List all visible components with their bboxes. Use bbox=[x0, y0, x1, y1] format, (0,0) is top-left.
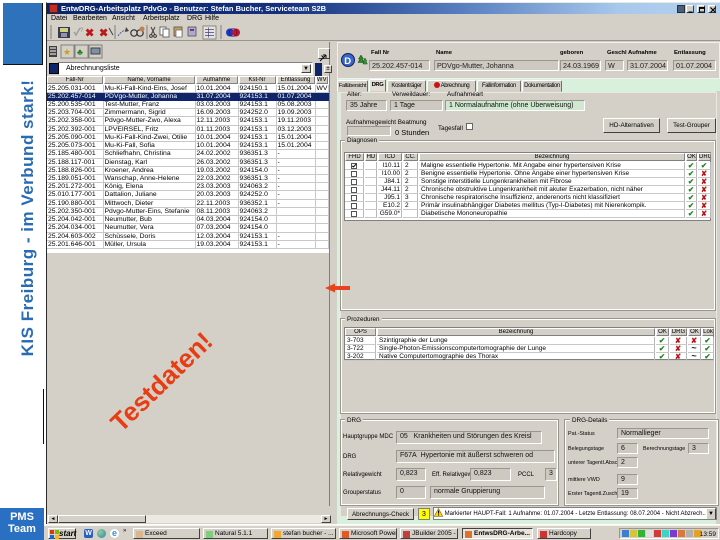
svg-text:✖: ✖ bbox=[85, 27, 94, 39]
svg-text:?: ? bbox=[80, 28, 84, 34]
svg-text:✖: ✖ bbox=[99, 27, 108, 39]
svg-text:★: ★ bbox=[63, 47, 71, 57]
svg-text:♣: ♣ bbox=[77, 47, 83, 57]
svg-text:D: D bbox=[344, 56, 351, 67]
